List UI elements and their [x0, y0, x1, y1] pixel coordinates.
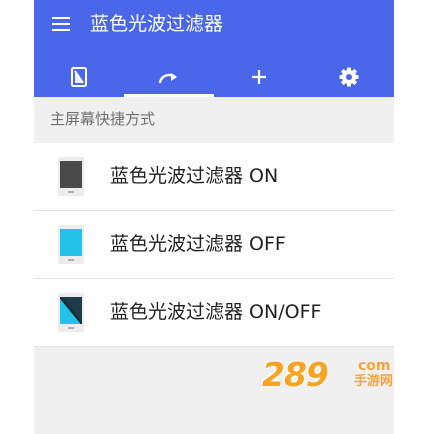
phone-split-screen-icon — [58, 293, 84, 332]
app-title: 蓝色光波过滤器 — [90, 13, 224, 35]
gear-icon — [339, 67, 359, 86]
shortcut-label: 蓝色光波过滤器 ON — [110, 165, 279, 187]
app-window: 蓝色光波过滤器 主屏幕快捷方式 蓝色光波过滤器 ON 蓝色光波过滤器 OFF 蓝… — [34, 0, 394, 434]
shortcut-item-off[interactable]: 蓝色光波过滤器 OFF — [34, 211, 394, 279]
shortcut-label: 蓝色光波过滤器 OFF — [110, 233, 286, 255]
filter-toggle-icon — [71, 66, 87, 87]
app-bar: 蓝色光波过滤器 — [34, 0, 394, 97]
menu-icon[interactable] — [52, 16, 70, 32]
plus-icon — [252, 69, 266, 84]
shortcut-list: 蓝色光波过滤器 ON 蓝色光波过滤器 OFF 蓝色光波过滤器 ON/OFF — [34, 143, 394, 347]
phone-dark-screen-icon — [58, 157, 84, 196]
shortcut-item-toggle[interactable]: 蓝色光波过滤器 ON/OFF — [34, 279, 394, 347]
shortcut-item-on[interactable]: 蓝色光波过滤器 ON — [34, 143, 394, 211]
tab-bar — [34, 56, 394, 97]
tab-filter-toggle[interactable] — [34, 56, 124, 97]
redo-arrow-icon — [158, 72, 177, 83]
section-header: 主屏幕快捷方式 — [50, 110, 156, 128]
tab-add[interactable] — [214, 56, 304, 97]
tab-settings[interactable] — [304, 56, 394, 97]
phone-cyan-screen-icon — [58, 225, 84, 264]
shortcut-label: 蓝色光波过滤器 ON/OFF — [110, 301, 322, 323]
tab-shortcuts[interactable] — [124, 56, 214, 97]
